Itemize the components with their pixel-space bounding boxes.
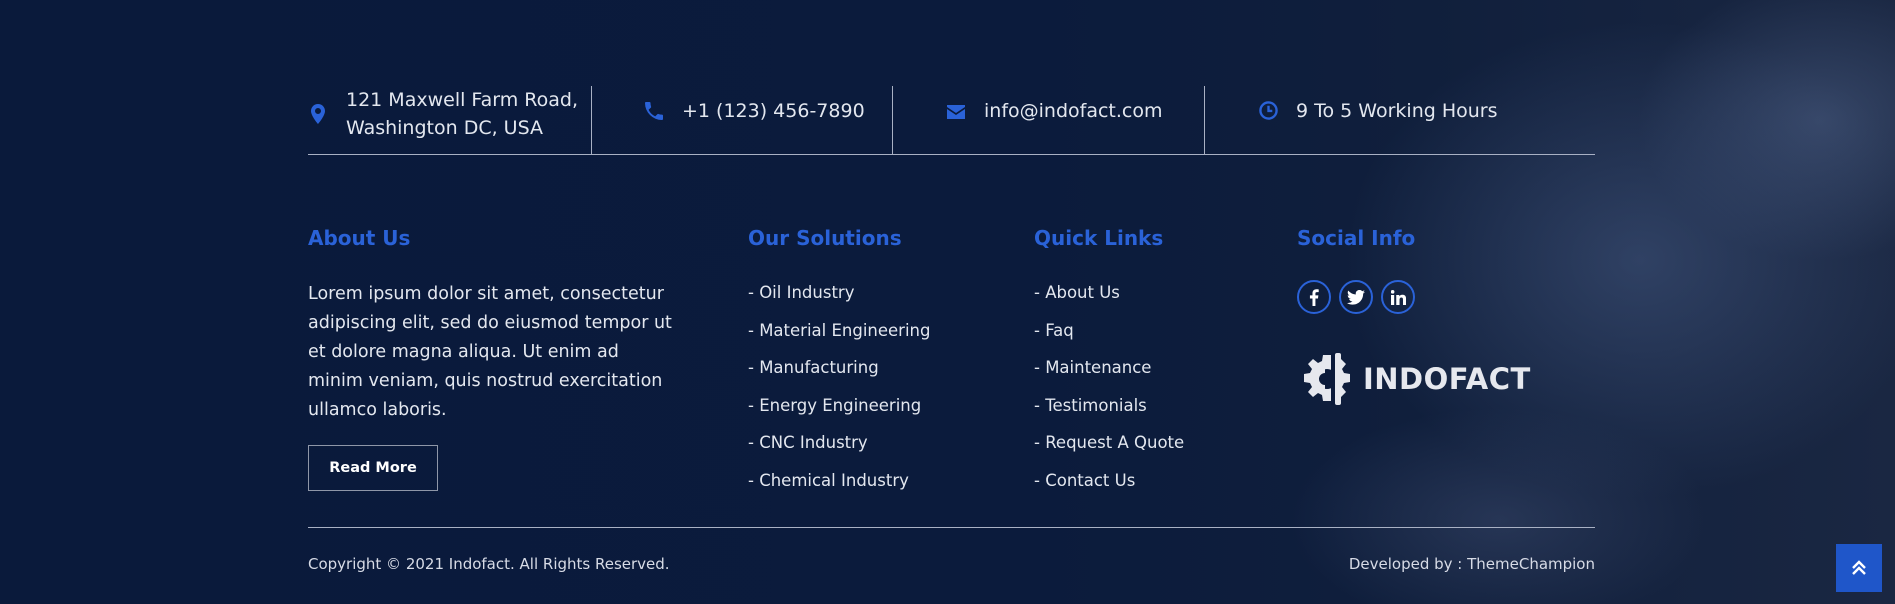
email-address[interactable]: info@indofact.com [984, 97, 1163, 125]
map-marker-icon [308, 104, 328, 129]
working-hours: 9 To 5 Working Hours [1296, 100, 1498, 122]
solution-link-energy-engineering[interactable]: - Energy Engineering [748, 392, 930, 430]
gear-wrench-logo-icon [1304, 353, 1350, 405]
contact-strip: 121 Maxwell Farm Road, Washington DC, US… [308, 86, 1595, 155]
quick-link-contact-us[interactable]: - Contact Us [1034, 467, 1184, 505]
contact-email: info@indofact.com [946, 86, 1163, 154]
contact-divider [591, 86, 592, 154]
social-title: Social Info [1297, 226, 1416, 250]
contact-address: 121 Maxwell Farm Road, Washington DC, US… [308, 86, 578, 154]
developer-credit: Developed by : ThemeChampion [1348, 555, 1595, 573]
quick-link-request-a-quote[interactable]: - Request A Quote [1034, 429, 1184, 467]
quick-link-about-us[interactable]: - About Us [1034, 279, 1184, 317]
solution-link-manufacturing[interactable]: - Manufacturing [748, 354, 930, 392]
logo-text: INDOFACT [1363, 362, 1531, 396]
social-icons [1297, 280, 1415, 314]
address-line-1: 121 Maxwell Farm Road, [346, 89, 578, 111]
solution-link-chemical-industry[interactable]: - Chemical Industry [748, 467, 930, 505]
about-title: About Us [308, 226, 411, 250]
quick-link-faq[interactable]: - Faq [1034, 317, 1184, 355]
address-line-2: Washington DC, USA [346, 117, 543, 139]
solution-link-material-engineering[interactable]: - Material Engineering [748, 317, 930, 355]
quick-link-testimonials[interactable]: - Testimonials [1034, 392, 1184, 430]
solutions-title: Our Solutions [748, 226, 902, 250]
twitter-icon[interactable] [1339, 280, 1373, 314]
phone-number[interactable]: +1 (123) 456-7890 [682, 97, 865, 125]
contact-divider [892, 86, 893, 154]
contact-hours: 9 To 5 Working Hours [1258, 86, 1498, 154]
solution-link-oil-industry[interactable]: - Oil Industry [748, 279, 930, 317]
clock-icon [1258, 101, 1278, 125]
solutions-list: - Oil Industry - Material Engineering - … [748, 279, 930, 504]
quick-link-maintenance[interactable]: - Maintenance [1034, 354, 1184, 392]
envelope-icon [946, 103, 966, 124]
phone-icon [644, 102, 664, 125]
contact-divider [1204, 86, 1205, 154]
read-more-button[interactable]: Read More [308, 445, 438, 491]
footer-divider [308, 527, 1595, 528]
quick-links-title: Quick Links [1034, 226, 1164, 250]
solution-link-cnc-industry[interactable]: - CNC Industry [748, 429, 930, 467]
contact-phone: +1 (123) 456-7890 [644, 86, 865, 154]
quick-links-list: - About Us - Faq - Maintenance - Testimo… [1034, 279, 1184, 504]
double-chevron-up-icon [1852, 560, 1866, 575]
scroll-to-top-button[interactable] [1836, 544, 1882, 592]
about-text: Lorem ipsum dolor sit amet, consectetur … [308, 284, 672, 420]
linkedin-icon[interactable] [1381, 280, 1415, 314]
copyright-text: Copyright © 2021 Indofact. All Rights Re… [308, 555, 670, 573]
facebook-icon[interactable] [1297, 280, 1331, 314]
indofact-logo: INDOFACT [1297, 349, 1531, 409]
